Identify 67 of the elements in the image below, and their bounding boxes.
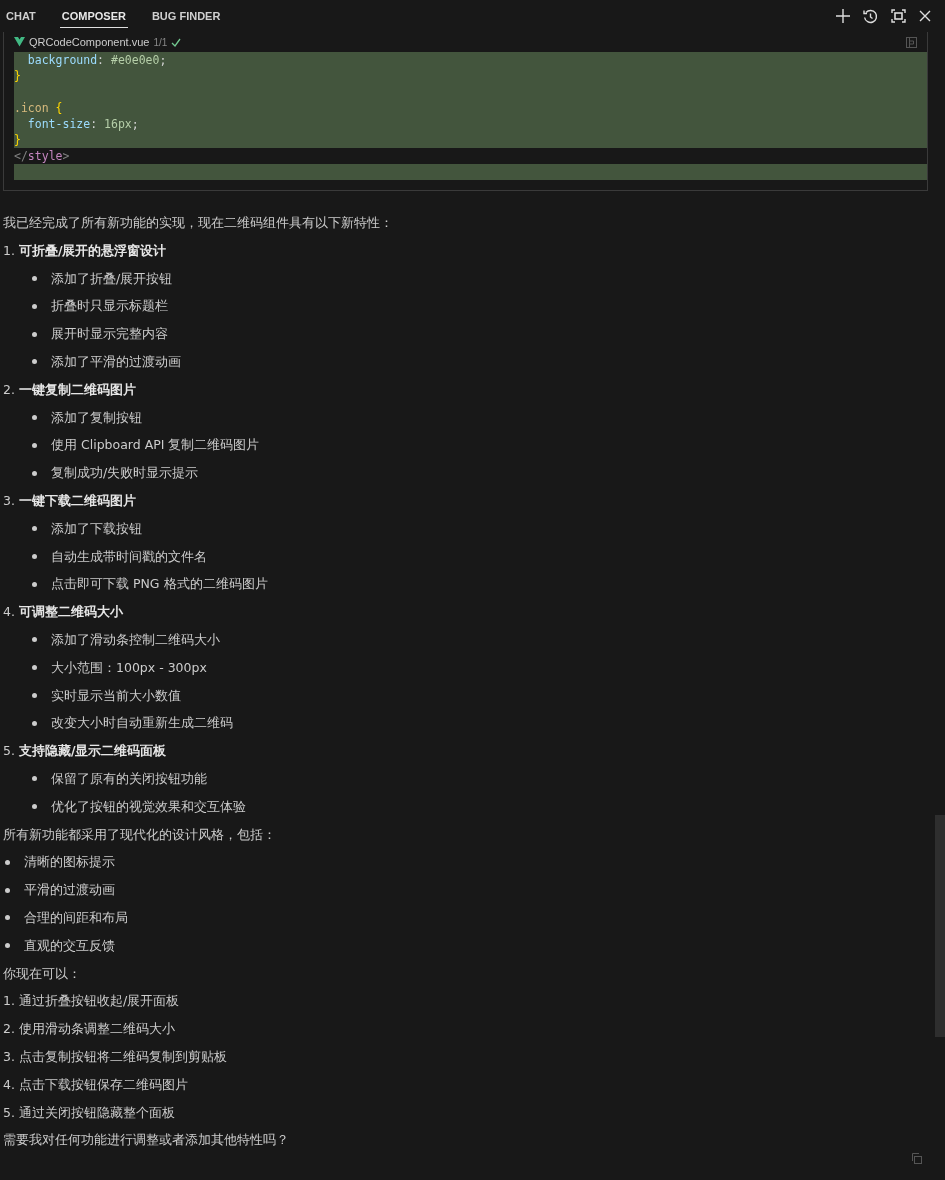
bullet-icon [32,637,37,643]
list-item: 5. 通过关闭按钮隐藏整个面板 [3,1103,176,1122]
list-item: 实时显示当前大小数值 [51,686,181,705]
list-item: 1. 通过折叠按钮收起/展开面板 [3,992,181,1011]
list-item: 展开时显示完整内容 [51,325,168,344]
feature-heading: 2. 一键复制二维码图片 [3,380,137,399]
bullet-icon [32,331,37,337]
bullet-icon [5,943,10,949]
copy-icon[interactable] [912,1153,922,1164]
list-item: 大小范围：100px - 300px [51,658,207,677]
list-item: 添加了复制按钮 [51,408,142,427]
feature-heading: 1. 可折叠/展开的悬浮窗设计 [3,241,168,260]
bullet-icon [32,470,37,476]
tab[interactable]: CHAT [4,4,38,28]
bullet-icon [32,581,37,587]
list-item: 3. 点击复制按钮将二维码复制到剪贴板 [3,1047,228,1066]
bullet-icon [32,526,37,532]
message-text: 你现在可以： [3,964,82,983]
list-item: 使用 Clipboard API 复制二维码图片 [51,436,260,455]
bullet-icon [32,553,37,559]
list-item: 4. 点击下载按钮保存二维码图片 [3,1075,189,1094]
feature-heading: 3. 一键下载二维码图片 [3,491,137,510]
message-text: 所有新功能都采用了现代化的设计风格，包括： [3,825,277,844]
list-item: 点击即可下载 PNG 格式的二维码图片 [51,575,268,594]
list-item: 平滑的过渡动画 [24,881,115,900]
list-item: 自动生成带时间戳的文件名 [51,547,207,566]
message-text: 需要我对任何功能进行调整或者添加其他特性吗？ [3,1131,290,1150]
bullet-icon [32,442,37,448]
close-icon[interactable] [919,10,931,22]
bullet-icon [5,887,10,893]
feature-heading: 4. 可调整二维码大小 [3,603,124,622]
bullet-icon [32,776,37,782]
plus-icon[interactable] [836,9,850,23]
maximize-icon[interactable] [891,9,906,23]
list-item: 2. 使用滑动条调整二维码大小 [3,1020,176,1039]
file-name: QRCodeComponent.vue [29,36,150,48]
bullet-icon [32,665,37,671]
bullet-icon [5,859,10,865]
tab[interactable]: BUG FINDER [149,4,223,28]
copy-icon[interactable] [906,36,917,48]
bullet-icon [32,720,37,726]
list-item: 合理的间距和布局 [24,908,128,927]
bullet-icon [32,303,37,309]
list-item: 复制成功/失败时显示提示 [51,464,199,483]
bullet-icon [32,414,37,420]
change-counter: 1/1 [153,36,168,48]
list-item: 添加了平滑的过渡动画 [51,353,181,371]
bullet-icon [32,276,37,281]
list-item: 添加了折叠/展开按钮 [51,269,173,288]
message-text: 我已经完成了所有新功能的实现，现在二维码组件具有以下新特性： [3,214,394,232]
tab[interactable]: COMPOSER [59,4,128,28]
list-item: 改变大小时自动重新生成二维码 [51,714,233,733]
check-icon [171,37,182,47]
list-item: 添加了下载按钮 [51,519,142,538]
list-item: 添加了滑动条控制二维码大小 [51,630,220,649]
list-item: 优化了按钮的视觉效果和交互体验 [51,797,246,816]
bullet-icon [32,692,37,698]
feature-heading: 5. 支持隐藏/显示二维码面板 [3,742,168,761]
vue-logo-icon [14,37,25,47]
list-item: 直观的交互反馈 [24,936,115,955]
list-item: 保留了原有的关闭按钮功能 [51,769,207,788]
list-item: 清晰的图标提示 [24,853,115,872]
list-item: 折叠时只显示标题栏 [51,297,168,316]
bullet-icon [32,359,37,365]
history-icon[interactable] [863,8,878,24]
bullet-icon [32,804,37,810]
bullet-icon [5,915,10,921]
